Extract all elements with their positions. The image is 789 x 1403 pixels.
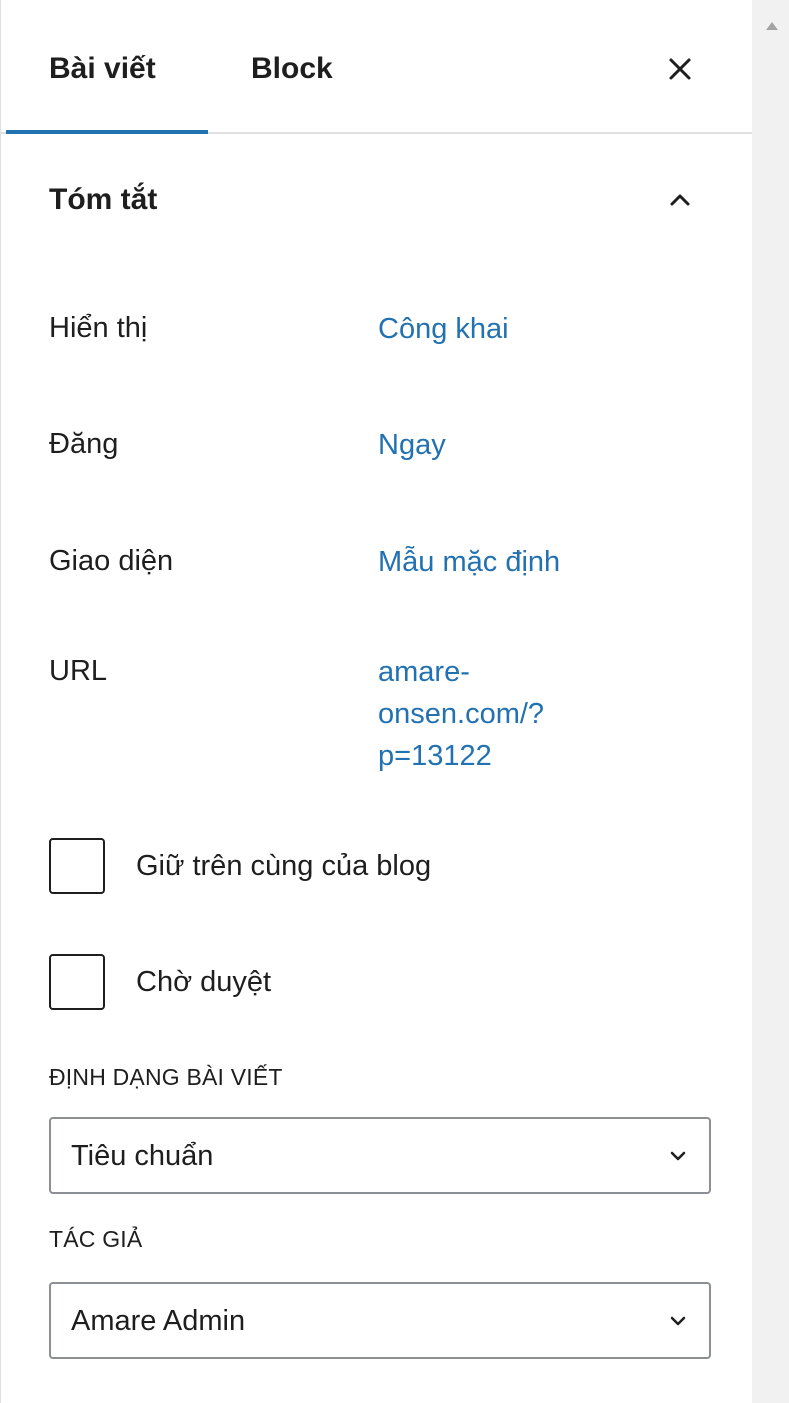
active-tab-indicator: [6, 130, 208, 134]
pending-review-checkbox-label: Chờ duyệt: [136, 966, 272, 998]
pending-review-checkbox[interactable]: [49, 954, 105, 1010]
summary-panel-title: Tóm tắt: [49, 183, 158, 216]
template-toggle[interactable]: Mẫu mặc định: [378, 541, 638, 583]
url-line: onsen.com/?: [378, 698, 545, 730]
author-value: Amare Admin: [71, 1305, 246, 1337]
chevron-down-icon: [670, 1151, 686, 1161]
chevron-down-icon: [670, 1316, 686, 1326]
author-label: TÁC GIẢ: [49, 1226, 143, 1252]
publish-label: Đăng: [49, 428, 119, 460]
template-label: Giao diện: [49, 545, 174, 577]
url-label: URL: [49, 655, 108, 687]
sticky-checkbox-label: Giữ trên cùng của blog: [136, 850, 432, 882]
visibility-label: Hiển thị: [49, 312, 148, 344]
chevron-up-icon: [670, 194, 690, 206]
scroll-up-arrow-icon[interactable]: [766, 22, 778, 30]
summary-collapse-button[interactable]: [661, 180, 699, 218]
post-format-label: ĐỊNH DẠNG BÀI VIẾT: [49, 1064, 283, 1090]
settings-sidebar: Bài viết Block Tóm tắt Hiển thị Công kha…: [0, 0, 753, 1403]
sticky-checkbox[interactable]: [49, 838, 105, 894]
scrollbar[interactable]: [752, 0, 789, 1403]
author-select[interactable]: Amare Admin: [49, 1282, 711, 1359]
close-icon: [669, 58, 691, 80]
publish-date-toggle[interactable]: Ngay: [378, 424, 638, 466]
close-button[interactable]: [661, 50, 699, 88]
post-format-value: Tiêu chuẩn: [71, 1140, 214, 1172]
url-line: p=13122: [378, 740, 492, 772]
url-toggle[interactable]: amare- onsen.com/? p=13122: [378, 651, 638, 777]
tab-block[interactable]: Block: [251, 52, 333, 86]
tab-post[interactable]: Bài viết: [49, 52, 156, 86]
sidebar-tabs: Bài viết Block: [1, 0, 753, 134]
post-format-select[interactable]: Tiêu chuẩn: [49, 1117, 711, 1194]
visibility-toggle[interactable]: Công khai: [378, 308, 638, 350]
url-line: amare-: [378, 656, 470, 688]
